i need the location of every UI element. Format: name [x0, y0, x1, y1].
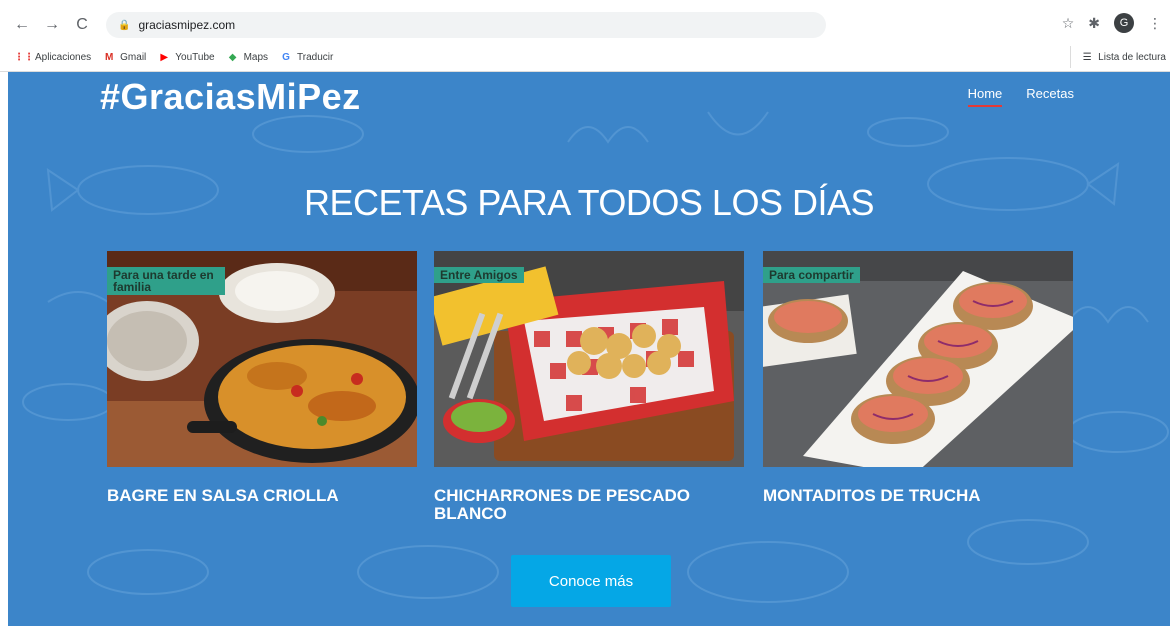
recipe-card[interactable]: Para una tarde en familia BAGRE EN SALSA… [107, 251, 417, 505]
reload-icon[interactable]: C [70, 13, 94, 37]
recipe-image[interactable]: Para una tarde en familia [107, 251, 417, 467]
youtube-icon: ▶ [160, 51, 169, 63]
recipe-image[interactable]: Entre Amigos [434, 251, 744, 467]
reading-list-label: Lista de lectura [1098, 51, 1166, 63]
bookmark-label: Gmail [120, 51, 147, 63]
nav-recetas[interactable]: Recetas [1026, 86, 1074, 107]
bookmark-maps[interactable]: ◆ Maps [227, 51, 268, 63]
recipe-tag: Para una tarde en familia [107, 267, 225, 295]
page-title: RECETAS PARA TODOS LOS DÍAS [303, 182, 875, 223]
recipe-tag: Para compartir [763, 267, 860, 283]
bookmark-gmail[interactable]: M Gmail [103, 51, 146, 63]
bookmark-label: Maps [243, 51, 269, 63]
bookmark-label: YouTube [175, 51, 215, 63]
back-icon[interactable]: ← [10, 13, 34, 37]
browser-toolbar: ← → C 🔒 graciasmipez.com ☆ ✱ G ⋮ [0, 10, 1170, 40]
star-icon[interactable]: ☆ [1062, 15, 1075, 32]
recipe-card[interactable]: Entre Amigos CHICHARRONES DE PESCADO BLA… [434, 251, 744, 523]
reading-list[interactable]: ☰ Lista de lectura [1070, 46, 1166, 68]
reading-list-icon: ☰ [1082, 51, 1092, 63]
website: #GraciasMiPez Home Recetas RECETAS PARA … [8, 72, 1170, 626]
url-text: graciasmipez.com [138, 18, 236, 32]
recipe-card[interactable]: Para compartir MONTADITOS DE TRUCHA [763, 251, 1073, 505]
bookmark-apps[interactable]: ⋮⋮ Aplicaciones [14, 51, 92, 63]
bookmark-label: Traducir [297, 51, 334, 63]
maps-icon: ◆ [228, 51, 237, 63]
gmail-icon: M [104, 51, 114, 63]
site-logo[interactable]: #GraciasMiPez [100, 76, 361, 118]
recipe-title[interactable]: CHICHARRONES DE PESCADO BLANCO [434, 487, 744, 523]
bookmark-youtube[interactable]: ▶ YouTube [158, 51, 214, 63]
nav-home[interactable]: Home [967, 86, 1003, 107]
address-bar[interactable]: 🔒 graciasmipez.com [106, 12, 826, 38]
menu-icon[interactable]: ⋮ [1148, 15, 1162, 32]
apps-icon: ⋮⋮ [14, 51, 34, 63]
recipe-title[interactable]: BAGRE EN SALSA CRIOLLA [107, 487, 417, 505]
lock-icon: 🔒 [118, 19, 131, 31]
forward-icon[interactable]: → [40, 13, 64, 37]
bookmark-label: Aplicaciones [35, 51, 92, 63]
recipe-title[interactable]: MONTADITOS DE TRUCHA [763, 487, 1073, 505]
avatar[interactable]: G [1114, 13, 1134, 33]
toolbar-actions: ☆ ✱ G ⋮ [1062, 13, 1162, 33]
browser-chrome: ← → C 🔒 graciasmipez.com ☆ ✱ G ⋮ ⋮⋮ Apli… [0, 0, 1170, 72]
recipe-tag: Entre Amigos [434, 267, 524, 283]
extensions-icon[interactable]: ✱ [1088, 15, 1100, 32]
learn-more-button[interactable]: Conoce más [511, 555, 671, 607]
bookmark-translate[interactable]: G Traducir [280, 51, 333, 63]
translate-icon: G [282, 51, 290, 63]
recipe-image[interactable]: Para compartir [763, 251, 1073, 467]
main-nav: Home Recetas [967, 86, 1074, 107]
bookmarks-bar: ⋮⋮ Aplicaciones M Gmail ▶ YouTube ◆ Maps… [0, 46, 1170, 68]
